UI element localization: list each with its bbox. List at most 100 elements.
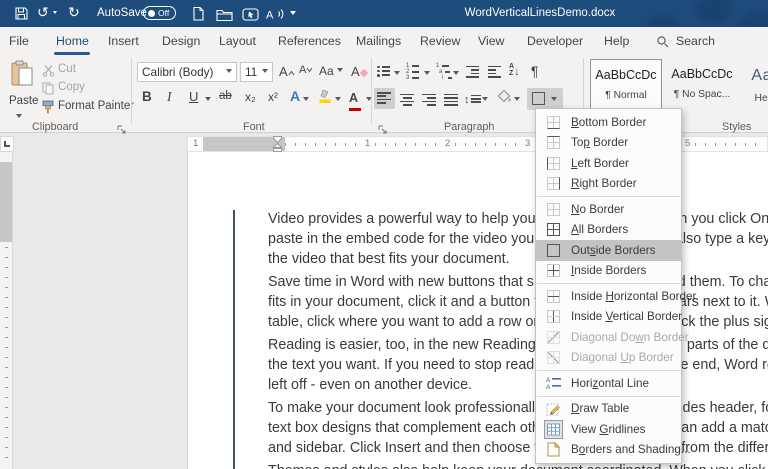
menu-item-inside-vertical-border[interactable]: Inside Vertical Border — [536, 307, 681, 328]
menu-item-right-border[interactable]: Right Border — [536, 174, 681, 195]
format-painter-icon[interactable] — [41, 100, 55, 119]
highlight-dropdown-icon[interactable] — [335, 97, 341, 104]
menu-item-label: Draw Table — [571, 402, 629, 415]
increase-indent-icon[interactable] — [488, 64, 501, 79]
tab-layout[interactable]: Layout — [219, 34, 256, 48]
top-border-icon — [544, 133, 563, 152]
paragraph[interactable]: Themes and styles also help keep your do… — [268, 461, 768, 469]
style-normal[interactable]: AaBbCcDc ¶ Normal — [590, 59, 662, 113]
menu-item-bottom-border[interactable]: Bottom Border — [536, 112, 681, 133]
paste-dropdown-icon[interactable] — [16, 114, 22, 121]
text-effects-button[interactable]: A — [290, 89, 300, 103]
undo-icon[interactable]: ↺ — [37, 5, 49, 19]
justify-icon[interactable] — [444, 92, 458, 107]
multilevel-list-dropdown-icon[interactable] — [453, 71, 459, 78]
open-folder-icon[interactable] — [216, 8, 233, 26]
sort-icon[interactable]: AZ↓ — [509, 63, 520, 79]
undo-dropdown-icon[interactable] — [53, 11, 57, 16]
text-effects-dropdown-icon[interactable] — [303, 97, 309, 104]
style-no-spacing[interactable]: AaBbCcDc ¶ No Spac... — [666, 59, 738, 113]
menu-item-draw-table[interactable]: Draw Table — [536, 399, 681, 420]
paragraph[interactable]: To make your document look professionall… — [268, 398, 768, 458]
search-label[interactable]: Search — [676, 34, 715, 48]
borders-dropdown-icon[interactable] — [551, 97, 557, 104]
menu-item-inside-horizontal-border[interactable]: Inside Horizontal Border — [536, 286, 681, 307]
strikethrough-button[interactable]: ab — [219, 91, 232, 103]
tab-selector[interactable] — [0, 136, 14, 152]
tab-review[interactable]: Review — [420, 34, 460, 48]
menu-item-inside-borders[interactable]: Inside Borders — [536, 261, 681, 282]
bullet-list-dropdown-icon[interactable] — [394, 71, 400, 78]
paragraph[interactable]: Reading is easier, too, in the new Readi… — [268, 335, 768, 395]
tab-help[interactable]: Help — [604, 34, 629, 48]
italic-button[interactable]: I — [167, 90, 172, 104]
align-center-icon[interactable] — [400, 92, 414, 107]
bullet-list-icon[interactable] — [377, 64, 390, 78]
style-heading-1[interactable]: AaBbC Heading 1 — [742, 59, 768, 113]
quick-access-overflow-icon[interactable] — [290, 11, 296, 18]
copy-icon[interactable] — [42, 82, 55, 100]
highlight-color-icon[interactable] — [318, 89, 332, 109]
tab-developer[interactable]: Developer — [527, 34, 583, 48]
tab-file[interactable]: File — [9, 34, 29, 48]
redo-icon[interactable]: ↻ — [68, 5, 80, 19]
multilevel-list-icon[interactable]: 1ai — [436, 63, 452, 81]
menu-item-view-gridlines[interactable]: View Gridlines — [536, 419, 681, 440]
underline-dropdown-icon[interactable] — [205, 97, 211, 104]
format-painter-label[interactable]: Format Painter — [58, 100, 134, 112]
save-icon[interactable] — [14, 6, 29, 26]
title-bar: ↺ ↻ AutoSave Off A WordVerticalLinesDemo… — [0, 0, 768, 27]
tab-mailings[interactable]: Mailings — [356, 34, 401, 48]
shrink-font-button[interactable]: A — [299, 65, 313, 76]
menu-item-borders-and-shading[interactable]: Borders and Shading... — [536, 440, 681, 461]
menu-item-top-border[interactable]: Top Border — [536, 133, 681, 154]
font-size-select[interactable]: 11 — [240, 62, 273, 82]
shading-dropdown-icon[interactable] — [514, 97, 520, 104]
superscript-button[interactable]: x² — [268, 91, 278, 103]
mouse-mode-icon[interactable] — [242, 8, 259, 26]
underline-button[interactable]: U — [189, 90, 198, 103]
paragraph[interactable]: Video provides a powerful way to help yo… — [268, 209, 768, 269]
line-spacing-icon[interactable]: ↕ — [464, 90, 481, 108]
vertical-ruler[interactable] — [0, 152, 13, 469]
autosave-toggle[interactable]: Off — [143, 6, 176, 20]
line-spacing-dropdown-icon[interactable] — [482, 97, 488, 104]
change-case-button[interactable]: Aa — [319, 65, 343, 77]
paste-icon[interactable] — [10, 60, 36, 92]
tab-design[interactable]: Design — [162, 34, 200, 48]
tab-references[interactable]: References — [278, 34, 341, 48]
align-left-button[interactable] — [374, 88, 395, 109]
menu-item-left-border[interactable]: Left Border — [536, 153, 681, 174]
font-color-button[interactable]: A — [349, 89, 361, 111]
shading-icon[interactable] — [497, 89, 512, 109]
clipboard-dialog-launcher-icon[interactable] — [117, 121, 126, 139]
decrease-indent-icon[interactable] — [466, 64, 479, 79]
new-document-icon[interactable] — [192, 6, 205, 26]
borders-button[interactable] — [527, 88, 563, 110]
tab-home[interactable]: Home — [56, 34, 89, 48]
numbered-list-icon[interactable]: 123 — [406, 63, 419, 81]
indent-markers[interactable] — [272, 135, 283, 158]
numbered-list-dropdown-icon[interactable] — [424, 71, 430, 78]
grow-font-button[interactable]: A — [279, 65, 295, 78]
cut-label[interactable]: Cut — [58, 63, 76, 75]
copy-label[interactable]: Copy — [58, 81, 85, 93]
menu-item-outside-borders[interactable]: Outside Borders — [536, 240, 681, 261]
menu-item-all-borders[interactable]: All Borders — [536, 220, 681, 241]
read-aloud-icon[interactable]: A — [266, 7, 285, 26]
svg-text:A: A — [546, 384, 551, 390]
menu-item-horizontal-line[interactable]: AA Horizontal Line — [536, 373, 681, 394]
cut-icon[interactable] — [42, 64, 55, 82]
menu-item-no-border[interactable]: No Border — [536, 199, 681, 220]
pilcrow-button[interactable]: ¶ — [531, 65, 538, 79]
subscript-button[interactable]: x₂ — [245, 91, 256, 103]
tab-view[interactable]: View — [478, 34, 504, 48]
align-right-icon[interactable] — [422, 92, 436, 107]
document-text[interactable]: Video provides a powerful way to help yo… — [268, 209, 768, 469]
paste-label[interactable]: Paste — [9, 95, 38, 107]
tab-insert[interactable]: Insert — [108, 34, 139, 48]
search-icon[interactable] — [656, 35, 669, 53]
font-name-select[interactable]: Calibri (Body) — [137, 62, 237, 82]
bold-button[interactable]: B — [142, 90, 152, 104]
clear-formatting-button[interactable]: A — [351, 65, 367, 78]
